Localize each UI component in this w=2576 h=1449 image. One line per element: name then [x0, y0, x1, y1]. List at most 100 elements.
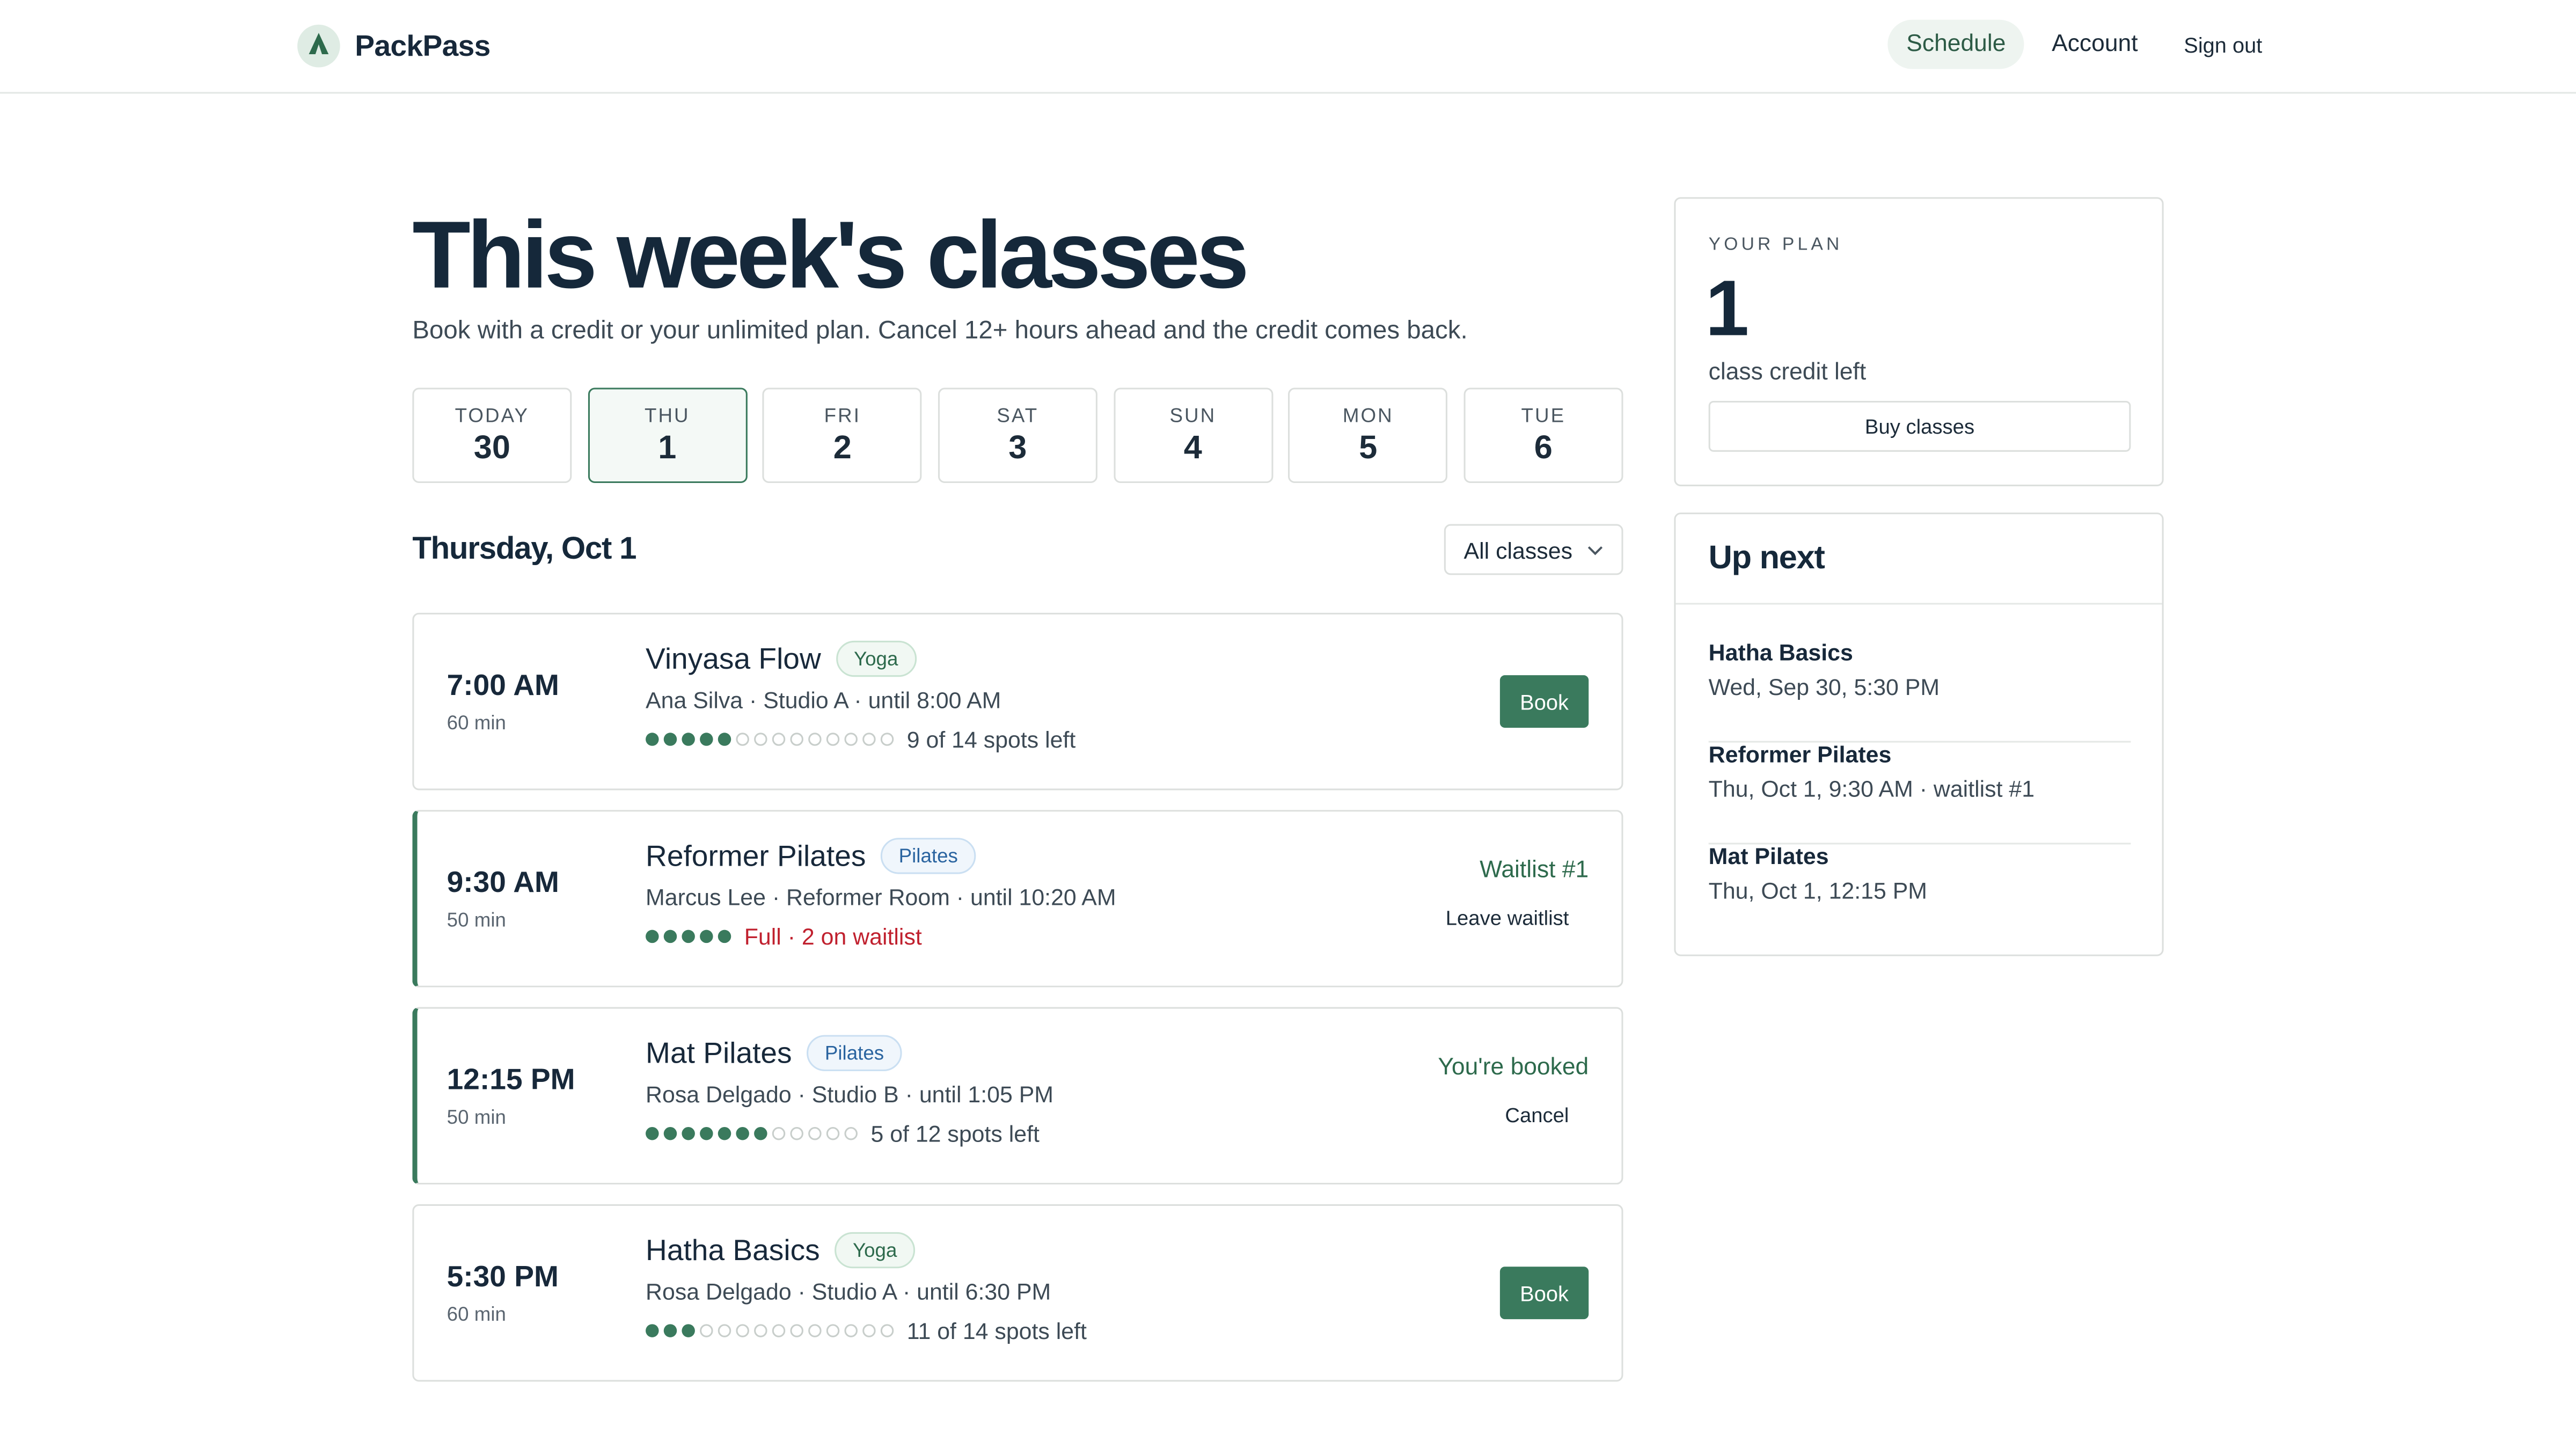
capacity-dot: [646, 733, 659, 746]
day-number: 3: [1008, 430, 1027, 467]
sign-out-link[interactable]: Sign out: [2166, 20, 2280, 68]
divider: [1675, 603, 2162, 605]
leave-waitlist-link[interactable]: Leave waitlist: [1446, 907, 1569, 930]
nav-account[interactable]: Account: [2033, 20, 2156, 69]
book-button[interactable]: Book: [1499, 1267, 1589, 1320]
credit-count: 1: [1705, 266, 1750, 354]
class-type-tag: Pilates: [807, 1035, 902, 1071]
class-card: 5:30 PM 60 min Hatha Basics Yoga Rosa Delgad…: [412, 1204, 1623, 1382]
class-title-row: Vinyasa Flow Yoga: [646, 639, 1075, 678]
capacity-row: 5 of 12 spots left: [646, 1121, 1053, 1147]
capacity-dot: [700, 1127, 713, 1140]
capacity-dot: [700, 733, 713, 746]
capacity-row: 11 of 14 spots left: [646, 1318, 1087, 1344]
day-number: 5: [1359, 430, 1378, 467]
day-number: 6: [1534, 430, 1553, 467]
class-list: 7:00 AM 60 min Vinyasa Flow Yoga Ana Silva ·…: [412, 612, 1623, 1382]
day-name: TUE: [1521, 404, 1566, 427]
class-info: Vinyasa Flow Yoga Ana Silva · Studio A · u…: [646, 639, 1075, 752]
buy-classes-button[interactable]: Buy classes: [1708, 400, 2131, 452]
capacity-dots: [646, 1324, 898, 1337]
class-name: Reformer Pilates: [646, 838, 866, 872]
date-heading: Thursday, Oct 1: [412, 531, 636, 566]
capacity-dot: [682, 1324, 695, 1337]
capacity-dot: [754, 1127, 767, 1140]
capacity-dot: [718, 733, 731, 746]
capacity-dot: [826, 1324, 840, 1337]
book-button[interactable]: Book: [1499, 675, 1589, 728]
class-title-row: Mat Pilates Pilates: [646, 1034, 1053, 1073]
up-next-item[interactable]: Reformer Pilates Thu, Oct 1, 9:30 AM · wa…: [1708, 741, 2131, 845]
capacity-dot: [682, 1127, 695, 1140]
class-card: 7:00 AM 60 min Vinyasa Flow Yoga Ana Silva ·…: [412, 612, 1623, 791]
day-name: FRI: [824, 404, 861, 427]
nav-schedule[interactable]: Schedule: [1888, 19, 2024, 69]
class-type-tag: Yoga: [836, 640, 917, 677]
capacity-dot: [646, 1324, 659, 1337]
capacity-dot: [663, 1127, 677, 1140]
day-tab[interactable]: FRI 2: [763, 387, 923, 483]
day-number: 2: [833, 430, 852, 467]
capacity-dot: [754, 733, 767, 746]
class-filter-select[interactable]: All classes: [1444, 524, 1623, 575]
capacity-dot: [718, 930, 731, 943]
capacity-dot: [844, 1324, 858, 1337]
class-meta: Ana Silva · Studio A · until 8:00 AM: [646, 686, 1001, 713]
capacity-dot: [736, 1127, 749, 1140]
spots-left: Full · 2 on waitlist: [744, 923, 922, 950]
capacity-dot: [663, 930, 677, 943]
filter-label: All classes: [1463, 536, 1573, 563]
up-next-class-name: Mat Pilates: [1708, 843, 1829, 869]
spots-left: 5 of 12 spots left: [870, 1120, 1040, 1147]
capacity-dot: [880, 733, 894, 746]
capacity-dot: [663, 733, 677, 746]
capacity-dot: [790, 1127, 803, 1140]
cancel-booking-link[interactable]: Cancel: [1505, 1104, 1569, 1127]
capacity-dot: [790, 1324, 803, 1337]
plan-card: YOUR PLAN 1 class credit left Buy classe…: [1674, 197, 2164, 487]
top-navigation-bar: PackPass Schedule Account Sign out: [0, 0, 2576, 94]
day-tab[interactable]: MON 5: [1288, 387, 1448, 483]
class-title-row: Hatha Basics Yoga: [646, 1231, 1087, 1270]
capacity-dot: [772, 1324, 786, 1337]
day-name: THU: [644, 404, 690, 427]
day-tab[interactable]: TODAY 30: [412, 387, 572, 483]
capacity-row: 9 of 14 spots left: [646, 726, 1075, 752]
capacity-dot: [663, 1324, 677, 1337]
capacity-dots: [646, 733, 898, 746]
capacity-dots: [646, 930, 736, 943]
class-time: 5:30 PM: [447, 1260, 559, 1293]
day-tab[interactable]: SAT 3: [938, 387, 1097, 483]
day-tab[interactable]: SUN 4: [1113, 387, 1273, 483]
tent-icon: [297, 24, 340, 68]
class-info: Mat Pilates Pilates Rosa Delgado · Studio …: [646, 1034, 1053, 1147]
up-next-item[interactable]: Hatha Basics Wed, Sep 30, 5:30 PM: [1708, 639, 2131, 743]
up-next-item[interactable]: Mat Pilates Thu, Oct 1, 12:15 PM: [1709, 843, 2131, 945]
day-name: SUN: [1169, 404, 1217, 427]
day-tab[interactable]: TUE 6: [1463, 387, 1623, 483]
class-info: Hatha Basics Yoga Rosa Delgado · Studio A …: [646, 1231, 1087, 1344]
spots-left: 9 of 14 spots left: [906, 726, 1076, 753]
class-meta: Marcus Lee · Reformer Room · until 10:20…: [646, 883, 1116, 910]
waitlist-status: Waitlist #1: [1480, 857, 1589, 884]
day-tab[interactable]: THU 1: [587, 387, 747, 483]
day-name: SAT: [997, 404, 1039, 427]
day-number: 1: [658, 430, 677, 467]
day-number: 30: [473, 430, 510, 467]
capacity-dot: [646, 930, 659, 943]
brand[interactable]: PackPass: [297, 24, 491, 68]
capacity-dot: [754, 1324, 767, 1337]
capacity-dot: [808, 1127, 822, 1140]
capacity-dots: [646, 1127, 862, 1140]
capacity-dot: [808, 1324, 822, 1337]
capacity-row: Full · 2 on waitlist: [646, 923, 1116, 949]
class-duration: 50 min: [447, 1106, 506, 1129]
page-title: This week's classes: [412, 202, 1249, 309]
capacity-dot: [646, 1127, 659, 1140]
class-card: 9:30 AM 50 min Reformer Pilates Pilates Marc…: [412, 810, 1623, 987]
class-time: 12:15 PM: [447, 1063, 575, 1096]
class-card: 12:15 PM 50 min Mat Pilates Pilates Rosa Del…: [412, 1007, 1623, 1185]
capacity-dot: [862, 1324, 876, 1337]
main-nav: Schedule Account Sign out: [1878, 19, 2280, 69]
capacity-dot: [682, 930, 695, 943]
